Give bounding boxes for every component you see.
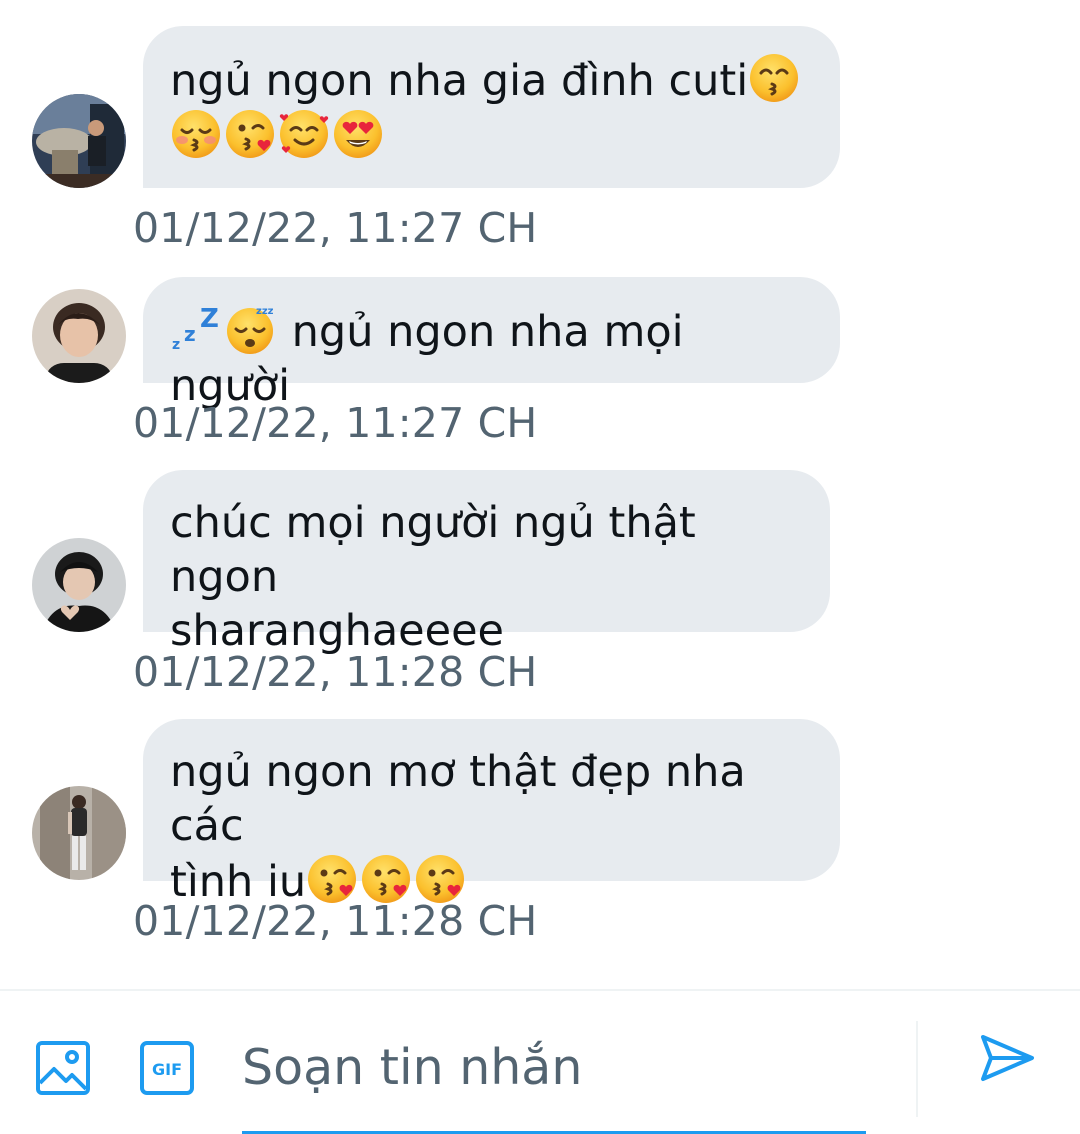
message-composer: GIF — [0, 989, 1080, 1134]
composer-divider — [916, 1021, 918, 1117]
sender-avatar[interactable] — [32, 786, 126, 880]
send-icon — [978, 1035, 1036, 1091]
message-timestamp: 01/12/22, 11:28 CH — [133, 897, 538, 945]
message-input-wrapper — [242, 1021, 866, 1134]
message-text: ngủ ngon mơ thật đẹp nha các — [170, 747, 746, 851]
add-gif-button[interactable]: GIF — [138, 1039, 196, 1097]
message-bubble[interactable]: ngủ ngon mơ thật đẹp nha các tình iu — [143, 719, 840, 907]
message-input[interactable] — [242, 1031, 842, 1103]
gif-label: GIF — [152, 1060, 182, 1079]
add-media-button[interactable] — [34, 1039, 92, 1097]
message-item: ngủ ngon mơ thật đẹp nha các tình iu 01/… — [0, 0, 1080, 960]
conversation-thread: ngủ ngon nha gia đình cuti 01/12/22, 11:… — [0, 0, 1080, 990]
image-icon — [34, 1039, 92, 1097]
gif-icon: GIF — [138, 1039, 196, 1097]
send-button[interactable] — [978, 1029, 1036, 1087]
